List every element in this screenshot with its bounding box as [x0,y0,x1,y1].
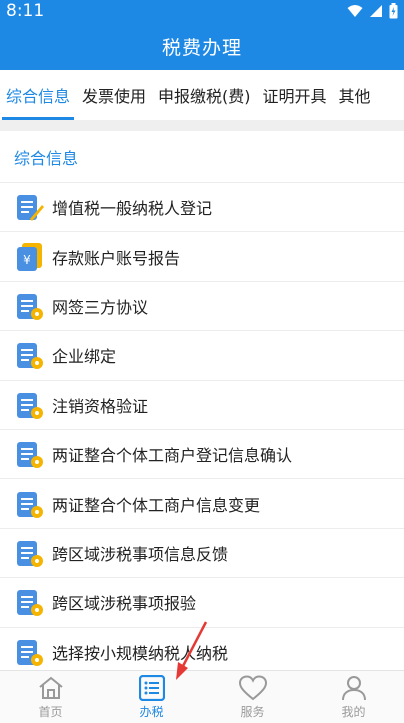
nav-mine[interactable]: 我的 [303,671,404,723]
list-item[interactable]: 企业绑定 [0,331,404,381]
list-icon [138,674,165,701]
list-item[interactable]: 增值税一般纳税人登记 [0,183,404,233]
list-item[interactable]: 两证整合个体工商户信息变更 [0,479,404,529]
home-icon [38,676,63,699]
tab-tax-declaration[interactable]: 申报缴税(费) [152,70,257,120]
status-time: 8:11 [6,1,45,21]
document-badge-icon [17,540,43,567]
category-tabs: 综合信息 发票使用 申报缴税(费) 证明开具 其他 [0,70,404,120]
signal-icon [370,5,382,17]
yuan-document-icon: ¥ [17,242,42,271]
section-divider [0,120,404,131]
list-item[interactable]: ¥ 存款账户账号报告 [0,232,404,282]
nav-service[interactable]: 服务 [202,671,303,723]
section-title: 综合信息 [0,131,404,183]
list-item[interactable]: 注销资格验证 [0,381,404,430]
app-bar: 税费办理 [0,22,404,70]
document-badge-icon [17,442,43,469]
system-icons [347,3,398,19]
heart-icon [238,674,267,700]
document-badge-icon [17,392,43,419]
document-badge-icon [17,590,43,617]
bottom-navigation: 首页 办税 服务 我的 [0,670,404,723]
list-item[interactable]: 两证整合个体工商户登记信息确认 [0,430,404,480]
tab-certificate-issue[interactable]: 证明开具 [257,70,333,120]
wifi-icon [347,5,363,17]
document-badge-icon [17,491,43,518]
tab-other[interactable]: 其他 [333,70,377,120]
service-list: 增值税一般纳税人登记 ¥ 存款账户账号报告 网签三方协议 企业绑定 注销资格验证… [0,183,404,677]
battery-icon [389,3,398,19]
edit-document-icon [17,195,44,222]
tab-invoice-use[interactable]: 发票使用 [76,70,152,120]
status-bar: 8:11 [0,0,404,22]
list-item[interactable]: 网签三方协议 [0,282,404,332]
person-icon [341,675,366,700]
list-item[interactable]: 跨区域涉税事项信息反馈 [0,529,404,579]
document-badge-icon [17,343,43,370]
list-item[interactable]: 跨区域涉税事项报验 [0,578,404,628]
nav-home[interactable]: 首页 [0,671,101,723]
page-title: 税费办理 [161,36,242,59]
document-badge-icon [17,639,43,666]
svg-text:¥: ¥ [23,253,31,267]
document-badge-icon [17,293,43,320]
nav-tax[interactable]: 办税 [101,671,202,723]
tab-comprehensive-info[interactable]: 综合信息 [0,70,76,120]
